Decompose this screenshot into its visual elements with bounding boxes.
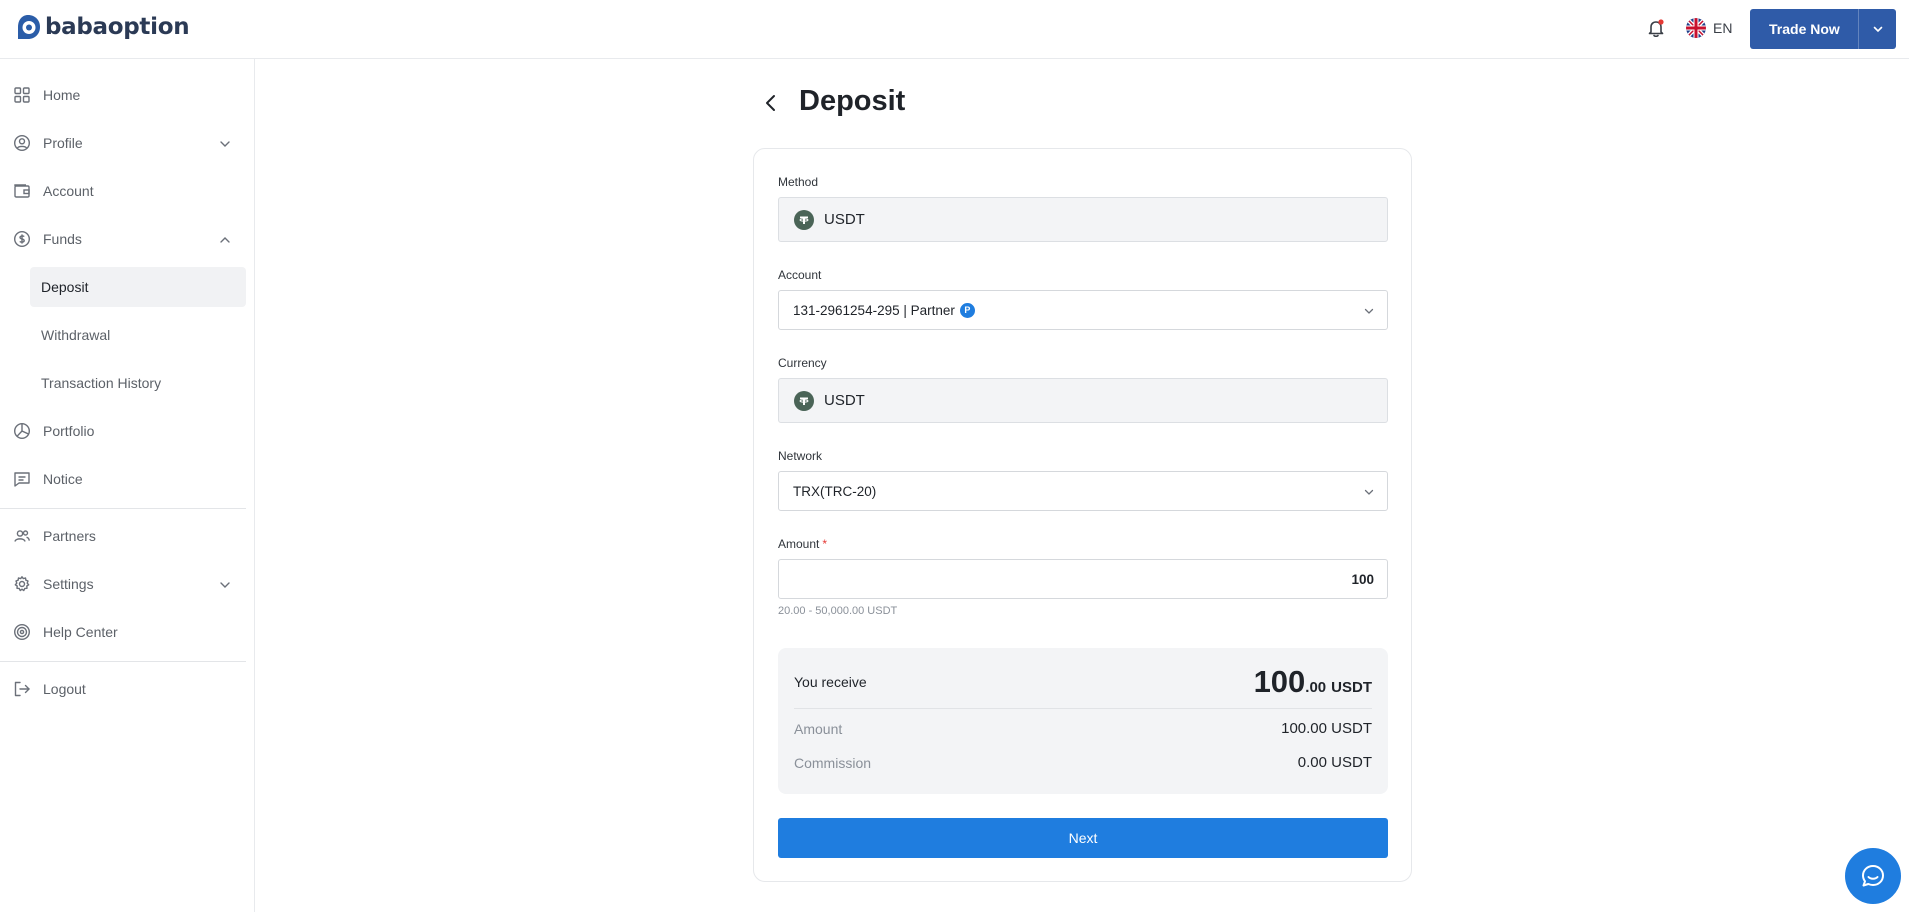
amount-input[interactable]: 100 [778, 559, 1388, 599]
receive-summary: You receive 100 .00 USDT Amount 100.00 U… [778, 648, 1388, 794]
lifebuoy-icon [13, 623, 31, 641]
trade-dropdown-toggle[interactable] [1858, 9, 1896, 49]
back-arrow-icon[interactable] [760, 92, 782, 114]
account-select[interactable]: 131-2961254-295 | Partner P [778, 290, 1388, 330]
receive-integer: 100 [1253, 664, 1306, 699]
sidebar-item-label: Help Center [43, 624, 118, 640]
chevron-down-icon [1873, 26, 1882, 33]
trade-now-label: Trade Now [1769, 21, 1840, 37]
wallet-icon [14, 184, 30, 198]
network-label: Network [778, 449, 823, 463]
message-icon [14, 472, 30, 487]
top-header: babaoption EN Trade Now [0, 0, 1909, 59]
partner-badge: P [959, 302, 975, 318]
pie-chart-icon [13, 422, 31, 440]
account-value: 131-2961254-295 | Partner [793, 302, 955, 318]
sidebar-divider [0, 508, 246, 509]
sidebar-subitem-transaction-history[interactable]: Transaction History [30, 363, 246, 403]
required-marker: * [822, 537, 828, 551]
chevron-down-icon [220, 141, 230, 147]
dollar-circle-icon [13, 230, 31, 248]
receive-currency: USDT [1331, 679, 1372, 696]
brand-name: babaoption [45, 14, 190, 40]
logout-icon [14, 681, 30, 697]
sidebar-item-funds[interactable]: Funds [0, 219, 255, 259]
sidebar-subitem-withdrawal[interactable]: Withdrawal [30, 315, 246, 355]
language-selector[interactable]: EN [1686, 18, 1732, 38]
sidebar-item-label: Account [43, 183, 94, 199]
users-icon [14, 530, 30, 542]
sidebar-subitem-label: Withdrawal [41, 327, 111, 343]
sidebar-item-label: Home [43, 87, 81, 103]
live-chat-button[interactable] [1845, 848, 1901, 904]
notification-bell-icon[interactable] [1645, 17, 1667, 39]
sidebar-item-help-center[interactable]: Help Center [0, 612, 255, 652]
chevron-down-icon [1364, 308, 1374, 314]
sidebar-item-label: Profile [43, 135, 83, 151]
sidebar-item-label: Partners [43, 528, 96, 544]
sidebar-item-label: Logout [43, 681, 86, 697]
logo-icon [18, 15, 40, 39]
sidebar-item-profile[interactable]: Profile [0, 123, 255, 163]
summary-amount-value: 100.00 USDT [1281, 720, 1372, 737]
sidebar-item-label: Portfolio [43, 423, 95, 439]
summary-commission-value: 0.00 USDT [1297, 754, 1372, 771]
summary-divider [794, 708, 1372, 709]
summary-amount-label: Amount [794, 721, 843, 737]
chevron-down-icon [1364, 489, 1374, 495]
trade-now-button[interactable]: Trade Now [1750, 9, 1896, 49]
sidebar-item-portfolio[interactable]: Portfolio [0, 411, 255, 451]
user-circle-icon [13, 134, 31, 152]
sidebar-item-label: Notice [43, 471, 83, 487]
deposit-form-card: Method USDT Account 131-2961254-295 | Pa… [753, 148, 1412, 882]
account-label: Account [778, 268, 822, 282]
language-code: EN [1713, 20, 1733, 36]
chevron-up-icon [220, 237, 230, 243]
page-title: Deposit [799, 85, 906, 117]
sidebar-item-label: Funds [43, 231, 82, 247]
method-value: USDT [824, 211, 865, 228]
network-select[interactable]: TRX(TRC-20) [778, 471, 1388, 511]
tether-icon [794, 209, 814, 230]
sidebar-item-settings[interactable]: Settings [0, 564, 255, 604]
sidebar-item-notice[interactable]: Notice [0, 459, 255, 499]
sidebar-item-logout[interactable]: Logout [0, 669, 255, 709]
sidebar-subitem-label: Transaction History [41, 375, 162, 391]
amount-value: 100 [1351, 571, 1374, 587]
sidebar-item-partners[interactable]: Partners [0, 516, 255, 556]
amount-range-hint: 20.00 - 50,000.00 USDT [778, 605, 898, 617]
method-label: Method [778, 175, 819, 189]
method-field: USDT [778, 197, 1388, 242]
currency-field: USDT [778, 378, 1388, 423]
sidebar: Home Profile Account Funds Deposit Withd… [0, 59, 255, 912]
sidebar-item-home[interactable]: Home [0, 75, 255, 115]
tether-icon [794, 390, 814, 411]
uk-flag-icon [1686, 18, 1706, 38]
you-receive-amount: 100 .00 USDT [1254, 664, 1372, 700]
sidebar-item-label: Settings [43, 576, 94, 592]
amount-label-text: Amount [778, 537, 820, 551]
brand-logo[interactable]: babaoption [14, 13, 190, 41]
summary-commission-label: Commission [794, 755, 872, 771]
chat-bubble-icon [1862, 865, 1884, 887]
receive-decimal: .00 [1305, 679, 1327, 696]
next-button[interactable]: Next [778, 818, 1388, 858]
currency-value: USDT [824, 392, 865, 409]
you-receive-label: You receive [794, 674, 867, 690]
amount-label: Amount * [778, 537, 827, 551]
sidebar-item-account[interactable]: Account [0, 171, 255, 211]
chevron-down-icon [220, 582, 230, 588]
sidebar-subitem-label: Deposit [41, 279, 89, 295]
grid-icon [14, 87, 30, 103]
currency-label: Currency [778, 356, 827, 370]
sidebar-subitem-deposit[interactable]: Deposit [30, 267, 246, 307]
gear-icon [14, 576, 30, 592]
network-value: TRX(TRC-20) [793, 483, 877, 499]
sidebar-divider [0, 661, 246, 662]
